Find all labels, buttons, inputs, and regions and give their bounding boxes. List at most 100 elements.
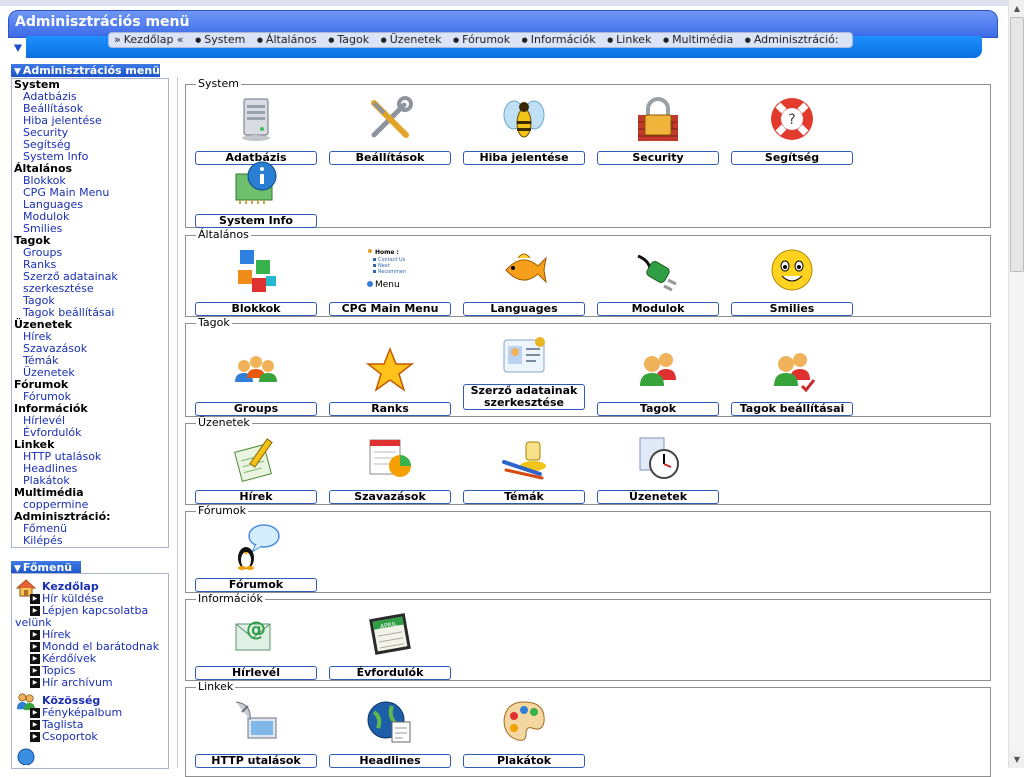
nav-uzenetek[interactable]: Üzenetek (381, 33, 442, 46)
tile-hirlevel[interactable]: @ Hírlevél (195, 610, 317, 680)
tile-button[interactable]: Groups (195, 402, 317, 416)
menu-preview-label: Menu (375, 280, 400, 290)
tile-button[interactable]: CPG Main Menu (329, 302, 451, 316)
vertical-scrollbar[interactable]: ▲ ▼ (1008, 0, 1024, 768)
tile-hiba-jelentese[interactable]: Hiba jelentése (463, 95, 585, 165)
tile-button[interactable]: Blokkok (195, 302, 317, 316)
menu-group-title[interactable]: Kezdőlap (42, 577, 168, 593)
tile-szerzo-adatainak[interactable]: Szerző adatainak szerkesztése (463, 334, 585, 410)
tile-tagok[interactable]: Tagok (597, 346, 719, 416)
menu-preview-heading: Home : (375, 249, 399, 256)
nav-tagok[interactable]: Tagok (328, 33, 369, 46)
id-card-icon (503, 337, 545, 373)
globe-icon (17, 748, 35, 765)
tile-szavazasok[interactable]: Szavazások (329, 434, 451, 504)
newsletter-at-icon: @ (235, 617, 271, 651)
tile-groups[interactable]: Groups (195, 346, 317, 416)
tile-button[interactable]: Modulok (597, 302, 719, 316)
admin-menu-header[interactable]: ▼ Adminisztrációs menü (11, 64, 160, 77)
tile-button[interactable]: Üzenetek (597, 490, 719, 504)
tile-hirek[interactable]: Hírek (195, 434, 317, 504)
nav-multimedia[interactable]: Multimédia (663, 33, 733, 46)
tile-forumok[interactable]: Fórumok (195, 522, 317, 592)
admin-link[interactable]: Kilépés (14, 535, 168, 547)
tile-headlines[interactable]: Headlines (329, 698, 451, 768)
menu-link[interactable]: Hír archívum (30, 677, 168, 689)
tile-button[interactable]: Plakátok (463, 754, 585, 768)
menu-preview-line: Recommen (378, 269, 406, 275)
tile-languages[interactable]: Languages (463, 246, 585, 316)
tile-beallitasok[interactable]: Beállítások (329, 95, 451, 165)
tile-button[interactable]: Beállítások (329, 151, 451, 165)
nav-informaciok[interactable]: Információk (522, 33, 596, 46)
menu-link-continued[interactable]: velünk (15, 617, 168, 629)
tile-button[interactable]: Szerző adatainak szerkesztése (463, 384, 585, 410)
tile-button[interactable]: Ranks (329, 402, 451, 416)
nav-linkek[interactable]: Linkek (607, 33, 651, 46)
tile-uzenetek[interactable]: Üzenetek (597, 434, 719, 504)
panel-legend: Információk (196, 592, 265, 605)
nav-altalanos[interactable]: Általános (257, 33, 317, 46)
tile-plakatok[interactable]: Plakátok (463, 698, 585, 768)
tile-temak[interactable]: Témák (463, 434, 585, 504)
panel-tagok: Tagok Groups Ranks Szerző adatainak szer… (185, 317, 991, 417)
tile-button[interactable]: Hírek (195, 490, 317, 504)
tile-segitseg[interactable]: ? Segítség (731, 95, 853, 165)
penguin-chat-icon (238, 524, 280, 570)
scroll-down-icon[interactable]: ▼ (1009, 751, 1024, 768)
panel-forumok: Fórumok Fórumok (185, 505, 991, 593)
padlock-wall-icon (638, 97, 678, 141)
tile-button[interactable]: Smilies (731, 302, 853, 316)
tile-adatbazis[interactable]: Adatbázis (195, 95, 317, 165)
tile-blokkok[interactable]: Blokkok (195, 246, 317, 316)
tile-cpg-main-menu[interactable]: Home : Contact Us Next Recommen Menu CPG… (329, 246, 451, 316)
tile-button[interactable]: Évfordulók (329, 666, 451, 680)
panel-legend: Fórumok (196, 504, 248, 517)
nav-forumok[interactable]: Fórumok (453, 33, 510, 46)
tile-system-info[interactable]: System Info (195, 158, 317, 228)
tile-modulok[interactable]: Modulok (597, 246, 719, 316)
tile-ranks[interactable]: Ranks (329, 346, 451, 416)
tile-button[interactable]: System Info (195, 214, 317, 228)
panel-legend: System (196, 77, 242, 90)
tile-tagok-beallitasai[interactable]: Tagok beállításai (731, 346, 853, 416)
tile-button[interactable]: Tagok beállításai (731, 402, 853, 416)
admin-menu-title: Adminisztrációs menü (22, 64, 161, 77)
tile-button[interactable]: Fórumok (195, 578, 317, 592)
poll-chart-icon (369, 439, 411, 477)
panel-legend: Üzenetek (196, 416, 252, 429)
panel-linkek: Linkek HTTP utalások Headlines Plakátok (185, 681, 991, 777)
nav-system[interactable]: System (195, 33, 245, 46)
tile-button[interactable]: Hiba jelentése (463, 151, 585, 165)
svg-text:@: @ (246, 617, 266, 641)
tile-button[interactable]: Languages (463, 302, 585, 316)
users-icon (640, 353, 676, 386)
tile-smilies[interactable]: Smilies (731, 246, 853, 316)
tile-security[interactable]: Security (597, 95, 719, 165)
tile-button[interactable]: Hírlevél (195, 666, 317, 680)
scroll-up-icon[interactable]: ▲ (1009, 0, 1024, 17)
top-navigation: Kezdőlap System Általános Tagok Üzenetek… (108, 32, 853, 48)
tile-button[interactable]: Headlines (329, 754, 451, 768)
tools-icon (371, 96, 413, 138)
tile-http-utalasok[interactable]: HTTP utalások (195, 698, 317, 768)
tile-button[interactable]: Tagok (597, 402, 719, 416)
nav-kezdolap[interactable]: Kezdőlap (114, 33, 184, 46)
svg-text:?: ? (788, 112, 795, 128)
menu-group-kezdolap: Kezdőlap Hír küldése Lépjen kapcsolatba … (14, 577, 168, 689)
nav-adminisztracio[interactable]: Adminisztráció: (745, 33, 839, 46)
users-settings-icon (774, 353, 816, 393)
group-users-icon (235, 356, 277, 382)
menu-group-title[interactable]: Közösség (42, 691, 168, 707)
tile-button[interactable]: Security (597, 151, 719, 165)
collapse-triangle-icon[interactable] (13, 44, 23, 53)
tile-button[interactable]: Segítség (731, 151, 853, 165)
smiley-icon (771, 249, 813, 291)
tile-button[interactable]: HTTP utalások (195, 754, 317, 768)
plug-icon (637, 254, 677, 292)
scroll-thumb[interactable] (1010, 17, 1024, 272)
tile-button[interactable]: Szavazások (329, 490, 451, 504)
tile-button[interactable]: Témák (463, 490, 585, 504)
menu-link[interactable]: Csoportok (30, 731, 168, 743)
tile-evfordulok[interactable]: APRIL Évfordulók (329, 610, 451, 680)
